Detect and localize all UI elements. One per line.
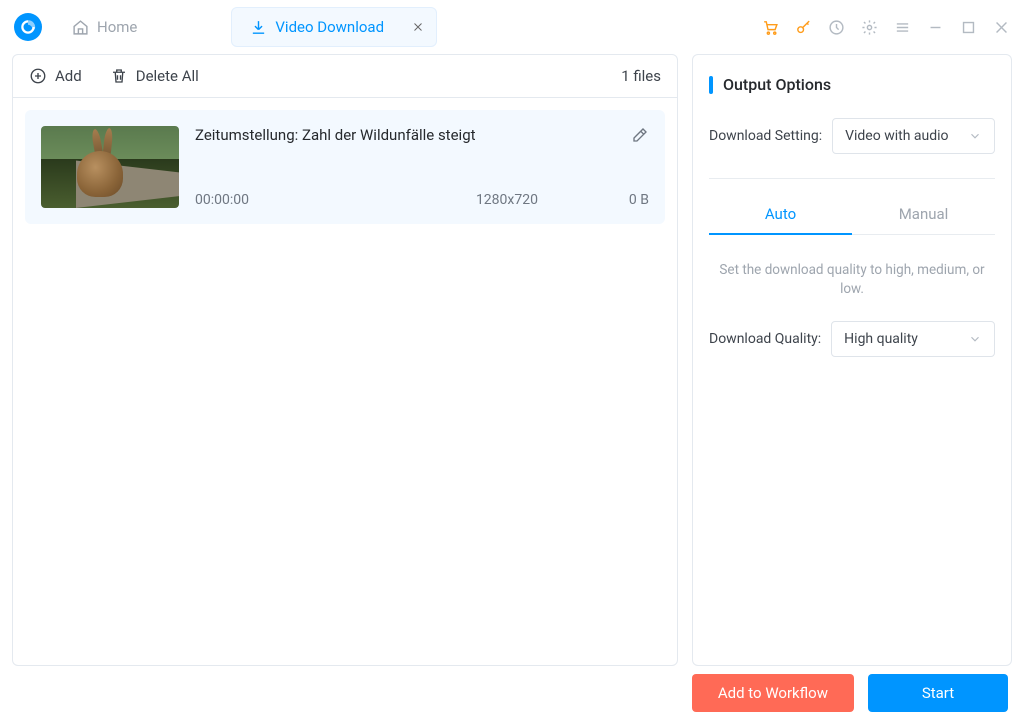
chevron-down-icon — [968, 129, 982, 143]
app-logo — [14, 13, 42, 41]
item-resolution: 1280x720 — [385, 192, 629, 208]
download-list-panel: Add Delete All 1 files Zeitumstellung: Z… — [12, 54, 678, 666]
titlebar: Home Video Download — [0, 0, 1024, 54]
download-setting-label: Download Setting: — [709, 128, 822, 144]
key-icon[interactable] — [795, 19, 812, 36]
download-setting-select[interactable]: Video with audio — [832, 118, 995, 154]
delete-all-label: Delete All — [136, 67, 199, 85]
panel-title: Output Options — [709, 75, 995, 94]
quality-hint: Set the download quality to high, medium… — [715, 261, 989, 299]
tab-active-label: Video Download — [275, 18, 384, 36]
files-count: 1 files — [621, 67, 661, 85]
footer: Add to Workflow Start — [0, 666, 1024, 720]
tab-home-label: Home — [97, 18, 137, 36]
quality-tabs: Auto Manual — [709, 195, 995, 235]
close-icon[interactable] — [412, 21, 424, 33]
list-toolbar: Add Delete All 1 files — [13, 55, 677, 98]
tab-home[interactable]: Home — [58, 10, 151, 44]
start-button[interactable]: Start — [868, 674, 1008, 712]
history-icon[interactable] — [828, 19, 845, 36]
item-duration: 00:00:00 — [195, 192, 385, 208]
download-quality-label: Download Quality: — [709, 331, 821, 347]
main: Add Delete All 1 files Zeitumstellung: Z… — [0, 54, 1024, 666]
download-quality-value: High quality — [844, 331, 918, 347]
edit-icon[interactable] — [631, 126, 649, 144]
maximize-icon[interactable] — [960, 19, 977, 36]
add-label: Add — [55, 67, 82, 85]
add-to-workflow-button[interactable]: Add to Workflow — [692, 674, 854, 712]
divider — [709, 178, 995, 179]
download-item[interactable]: Zeitumstellung: Zahl der Wildunfälle ste… — [25, 110, 665, 224]
minimize-icon[interactable] — [927, 19, 944, 36]
close-window-icon[interactable] — [993, 19, 1010, 36]
thumbnail — [41, 126, 179, 208]
tab-video-download[interactable]: Video Download — [231, 7, 437, 47]
item-title: Zeitumstellung: Zahl der Wildunfälle ste… — [195, 126, 476, 144]
add-button[interactable]: Add — [29, 67, 82, 85]
delete-all-button[interactable]: Delete All — [110, 67, 199, 85]
cart-icon[interactable] — [762, 19, 779, 36]
download-quality-select[interactable]: High quality — [831, 321, 995, 357]
tab-manual[interactable]: Manual — [852, 195, 995, 235]
item-size: 0 B — [629, 192, 649, 208]
download-setting-value: Video with audio — [845, 128, 948, 144]
output-options-panel: Output Options Download Setting: Video w… — [692, 54, 1012, 666]
gear-icon[interactable] — [861, 19, 878, 36]
chevron-down-icon — [968, 332, 982, 346]
menu-icon[interactable] — [894, 19, 911, 36]
tab-auto[interactable]: Auto — [709, 195, 852, 235]
